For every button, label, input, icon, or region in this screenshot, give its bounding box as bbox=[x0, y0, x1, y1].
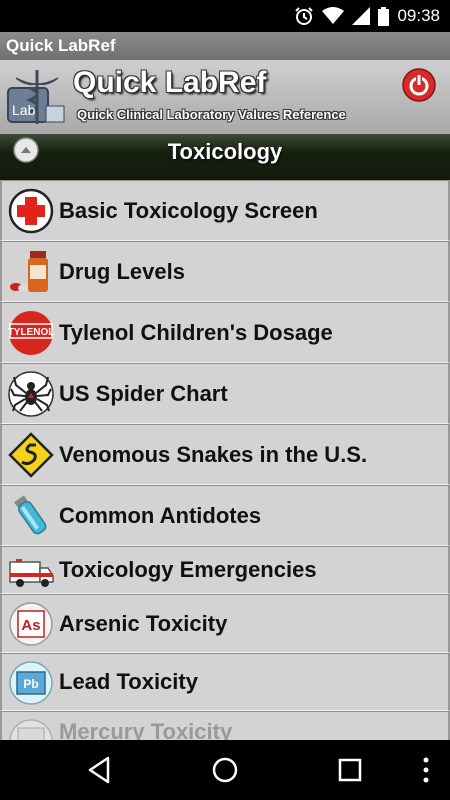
list-item-label: Lead Toxicity bbox=[59, 669, 198, 694]
list-item-label: Venomous Snakes in the U.S. bbox=[59, 441, 368, 467]
status-time: 09:38 bbox=[397, 6, 440, 25]
overflow-menu-icon[interactable] bbox=[410, 754, 442, 786]
list-item-toxicology-emergencies[interactable]: Toxicology Emergencies bbox=[0, 546, 450, 594]
navigation-bar bbox=[0, 740, 450, 800]
tylenol-logo-icon: TYLENOL bbox=[8, 311, 54, 355]
list-item-lead-toxicity[interactable]: Pb Lead Toxicity bbox=[0, 653, 450, 711]
recents-icon[interactable] bbox=[334, 754, 366, 786]
snake-sign-icon bbox=[8, 432, 54, 478]
signal-icon bbox=[352, 7, 371, 25]
list-item-venomous-snakes[interactable]: Venomous Snakes in the U.S. bbox=[0, 424, 450, 485]
arsenic-symbol: As bbox=[21, 617, 40, 634]
home-icon[interactable] bbox=[209, 754, 241, 786]
list-item-label: US Spider Chart bbox=[59, 380, 228, 406]
red-cross-icon bbox=[8, 188, 54, 234]
logo-text: Lab bbox=[12, 102, 36, 118]
back-icon[interactable] bbox=[84, 754, 116, 786]
medicine-bottle-icon bbox=[10, 251, 48, 292]
toxicology-list[interactable]: Basic Toxicology Screen Drug Levels TYLE… bbox=[0, 180, 450, 740]
list-item-drug-levels[interactable]: Drug Levels bbox=[0, 241, 450, 302]
list-item-tylenol-childrens-dosage[interactable]: TYLENOL Tylenol Children's Dosage bbox=[0, 302, 450, 363]
list-item-label: Mercury Toxicity bbox=[59, 719, 233, 740]
caduceus-logo-icon: Lab bbox=[7, 70, 65, 124]
section-title: Toxicology bbox=[167, 139, 283, 164]
list-item-label: Basic Toxicology Screen bbox=[59, 197, 318, 223]
list-item-label: Arsenic Toxicity bbox=[59, 610, 228, 636]
alarm-icon bbox=[295, 7, 314, 25]
ambulance-icon bbox=[9, 559, 54, 587]
arsenic-element-icon: As bbox=[9, 602, 53, 646]
list-item-label: Common Antidotes bbox=[59, 502, 262, 528]
list-item-label: Drug Levels bbox=[59, 258, 185, 284]
lead-symbol: Pb bbox=[23, 677, 38, 691]
list-item-arsenic-toxicity[interactable]: As Arsenic Toxicity bbox=[0, 594, 450, 653]
lead-element-icon: Pb bbox=[9, 661, 53, 705]
section-header: Toxicology bbox=[0, 134, 450, 180]
title-bar: Quick LabRef bbox=[0, 32, 450, 60]
wifi-icon bbox=[322, 7, 345, 24]
list-item-mercury-toxicity[interactable]: Mercury Toxicity bbox=[0, 711, 450, 740]
battery-icon bbox=[378, 6, 390, 26]
app-header: Lab Quick LabRef Quick Clinical Laborato… bbox=[0, 60, 450, 135]
list-item-label: Tylenol Children's Dosage bbox=[59, 319, 333, 345]
mercury-element-icon bbox=[9, 719, 53, 740]
list-item-label: Toxicology Emergencies bbox=[59, 557, 317, 582]
app-name: Quick LabRef bbox=[73, 66, 267, 99]
app-subtitle: Quick Clinical Laboratory Values Referen… bbox=[77, 107, 346, 122]
list-item-basic-toxicology-screen[interactable]: Basic Toxicology Screen bbox=[0, 180, 450, 241]
vial-icon bbox=[14, 495, 47, 535]
status-bar: 09:38 bbox=[0, 0, 450, 32]
list-item-common-antidotes[interactable]: Common Antidotes bbox=[0, 485, 450, 546]
spider-icon bbox=[8, 371, 54, 417]
tylenol-text: TYLENOL bbox=[8, 327, 54, 338]
power-icon[interactable] bbox=[402, 68, 436, 102]
list-item-us-spider-chart[interactable]: US Spider Chart bbox=[0, 363, 450, 424]
